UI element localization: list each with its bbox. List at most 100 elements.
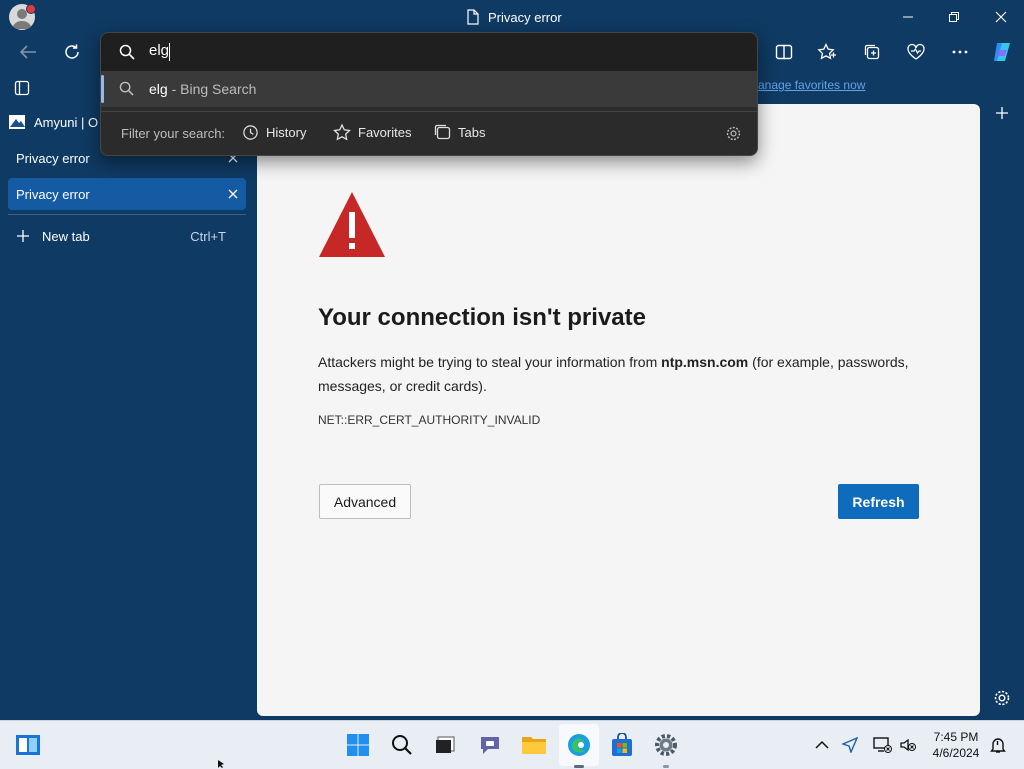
refresh-page-button[interactable]: Refresh [838,484,919,519]
filter-favorites-label: Favorites [358,125,412,140]
browser-essentials-icon [906,43,926,61]
chevron-up-icon [815,740,829,750]
browser-essentials-button[interactable] [900,36,932,68]
teams-icon [478,734,502,756]
filter-favorites[interactable]: Favorites [333,124,411,141]
settings-icon [653,732,679,758]
close-window-button[interactable] [978,0,1024,34]
sidebar-settings-button[interactable] [986,682,1018,714]
tabs-icon [434,124,451,140]
address-input[interactable]: elg [149,42,169,59]
manage-favorites-link[interactable]: anage favorites now [758,78,865,92]
page-icon [466,9,480,25]
history-icon [242,124,259,141]
tab-divider [8,214,246,215]
more-button[interactable] [944,36,976,68]
vertical-tabs-icon [14,80,30,96]
settings-icon [993,689,1011,707]
location-button[interactable] [834,729,866,761]
settings-icon [725,125,742,142]
profile-badge [26,4,36,14]
minimize-button[interactable] [885,0,931,34]
title-bar: Privacy error [0,0,1024,34]
filter-tabs[interactable]: Tabs [434,124,485,140]
message-domain: ntp.msn.com [661,354,749,370]
window-title-text: Privacy error [488,9,562,25]
restore-button[interactable] [931,0,977,34]
split-screen-button[interactable] [768,36,800,68]
edge-icon [566,732,592,758]
search-icon [391,734,413,756]
selection-indicator [101,75,104,103]
search-filters: Filter your search: History Favorites Ta… [101,111,757,156]
start-button[interactable] [342,729,374,761]
location-icon [842,737,858,753]
address-bar-dropdown: elg elg - Bing Search Filter your search… [100,32,758,156]
clock[interactable]: 7:45 PM 4/6/2024 [928,729,984,761]
favorites-button[interactable] [811,36,843,68]
filter-history[interactable]: History [242,124,306,141]
search-settings-button[interactable] [725,125,742,142]
search-icon [119,44,135,60]
add-sidebar-app-button[interactable] [986,97,1018,129]
more-icon [952,50,968,54]
volume-muted-icon [899,737,917,753]
restore-icon [948,11,960,23]
store-icon [610,733,634,757]
search-button[interactable] [386,729,418,761]
clock-time: 7:45 PM [933,730,979,744]
minimize-icon [902,11,914,23]
tab-label: Privacy error [16,186,90,202]
refresh-icon [63,43,81,61]
star-icon [333,124,351,141]
close-tab-button[interactable] [220,181,246,207]
filter-label: Filter your search: [121,126,226,141]
text-caret [169,43,170,61]
filter-history-label: History [266,125,307,140]
task-view-icon [435,735,457,755]
teams-chat-button[interactable] [474,729,506,761]
new-tab-button[interactable]: New tab Ctrl+T [8,220,246,252]
search-icon [119,81,134,96]
error-message: Attackers might be trying to steal your … [318,350,928,398]
close-icon [995,11,1007,23]
task-view-button[interactable] [430,729,462,761]
mouse-cursor [218,760,226,768]
search-suggestion[interactable]: elg - Bing Search [101,71,757,107]
volume-button[interactable] [892,729,924,761]
collections-button[interactable] [856,36,888,68]
suggestion-engine: Bing Search [180,81,257,97]
plus-icon [995,106,1009,120]
split-screen-icon [775,44,793,60]
window-title: Privacy error [466,8,562,26]
file-explorer-button[interactable] [518,729,550,761]
notifications-button[interactable] [982,729,1014,761]
error-code[interactable]: NET::ERR_CERT_AUTHORITY_INVALID [318,413,540,427]
page-content: Your connection isn't private Attackers … [257,104,980,716]
vertical-tabs-toggle[interactable] [14,80,30,96]
widgets-icon [15,734,41,756]
filter-tabs-label: Tabs [458,124,486,140]
notifications-icon [989,736,1007,754]
error-heading: Your connection isn't private [318,304,646,331]
copilot-icon [990,41,1014,63]
back-button[interactable] [12,36,44,68]
copilot-button[interactable] [986,36,1018,68]
amyuni-favicon [8,114,26,130]
windows-start-icon [346,733,370,757]
favorites-icon [817,43,837,61]
store-button[interactable] [606,729,638,761]
widgets-button[interactable] [12,729,44,761]
suggestion-text: elg - Bing Search [149,81,256,97]
close-icon [228,189,238,199]
back-icon [19,44,37,60]
clock-date: 4/6/2024 [932,746,980,760]
message-prefix: Attackers might be trying to steal your … [318,354,662,370]
tab-privacy-error-active[interactable]: Privacy error [8,178,246,210]
address-bar[interactable]: elg [101,33,757,71]
refresh-button[interactable] [56,36,88,68]
settings-app-button[interactable] [650,729,682,761]
collections-icon [863,43,881,61]
edge-button[interactable] [563,729,595,761]
advanced-button[interactable]: Advanced [319,484,411,519]
